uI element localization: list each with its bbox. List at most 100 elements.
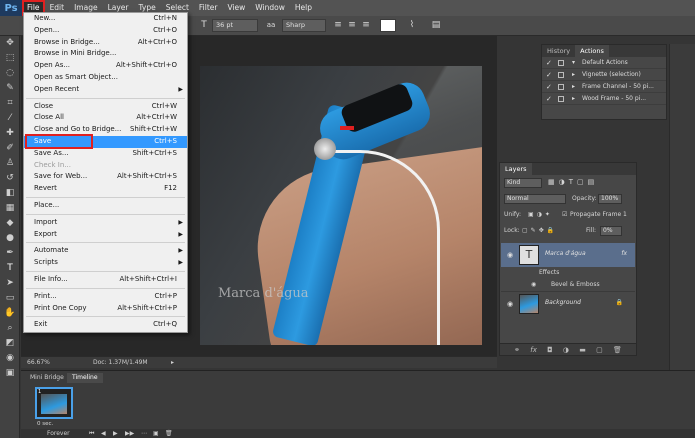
lasso-tool-icon[interactable]: ◌ [0, 66, 20, 81]
frame-delay[interactable]: 0 sec. [37, 421, 53, 427]
doc-size[interactable]: Doc: 1.37M/1.49M [93, 357, 148, 368]
prev-frame-icon[interactable]: ◀ [101, 429, 106, 438]
text-size-icon[interactable]: T [198, 19, 210, 32]
action-row[interactable]: ✓ ▸ Vignette (selection) [542, 69, 666, 81]
play-icon[interactable]: ▶ [113, 429, 118, 438]
watermark-text[interactable]: Marca d'água [218, 286, 309, 301]
tween-icon[interactable]: ⋯ [141, 429, 147, 438]
anti-alias-select[interactable]: Sharp [282, 19, 326, 32]
propagate-checkbox[interactable]: ☑ [562, 211, 567, 218]
timeline-frame[interactable]: 1 [35, 387, 73, 419]
pen-tool-icon[interactable]: ✒ [0, 246, 20, 261]
visibility-eye-icon[interactable]: ◉ [505, 299, 515, 309]
eyedropper-tool-icon[interactable]: ⁄ [0, 111, 20, 126]
menu-filter[interactable]: Filter [194, 0, 223, 16]
menu-item-open[interactable]: Open... Ctrl+O [24, 25, 187, 37]
menu-item-new[interactable]: New... Ctrl+N [24, 13, 187, 25]
action-set-row[interactable]: ✓ ▾ Default Actions [542, 57, 666, 69]
character-panel-icon[interactable]: ▤ [430, 19, 442, 32]
dialog-toggle-icon[interactable] [558, 84, 564, 90]
next-frame-icon[interactable]: ▶▶ [125, 429, 134, 438]
align-right-icon[interactable]: ≡ [360, 19, 372, 32]
delete-frame-icon[interactable]: 🗑 [165, 429, 173, 438]
color-swatches-icon[interactable]: ◩ [0, 336, 20, 351]
text-color-swatch[interactable] [380, 19, 396, 32]
align-left-icon[interactable]: ≡ [332, 19, 344, 32]
menu-item-automate[interactable]: Automate ▶ [24, 245, 187, 257]
shape-tool-icon[interactable]: ▭ [0, 291, 20, 306]
type-tool-icon[interactable]: T [0, 261, 20, 276]
layer-name[interactable]: Marca d'água [545, 250, 586, 257]
duplicate-frame-icon[interactable]: ▣ [153, 429, 159, 438]
collapse-icon[interactable]: ▸ [572, 93, 575, 105]
stamp-tool-icon[interactable]: ♙ [0, 156, 20, 171]
action-row[interactable]: ✓ ▸ Frame Channel - 50 pi... [542, 81, 666, 93]
layer-row-background[interactable]: ◉ Background 🔒 [501, 291, 635, 315]
warp-text-icon[interactable]: ⌇ [406, 19, 418, 32]
menu-item-export[interactable]: Export ▶ [24, 229, 187, 241]
status-arrow-icon[interactable]: ▸ [171, 357, 174, 368]
crop-tool-icon[interactable]: ⌗ [0, 96, 20, 111]
blend-mode-select[interactable]: Normal [504, 194, 566, 204]
document-image[interactable]: Marca d'água [200, 66, 482, 345]
menu-item-browse-mini-bridge[interactable]: Browse in Mini Bridge... [24, 48, 187, 60]
hand-tool-icon[interactable]: ✋ [0, 306, 20, 321]
tab-mini-bridge[interactable]: Mini Bridge [25, 373, 69, 383]
layer-name[interactable]: Background [545, 299, 581, 306]
menu-item-import[interactable]: Import ▶ [24, 217, 187, 229]
unify-icons[interactable]: ▣◑✦ [528, 211, 553, 218]
new-layer-icon[interactable]: ▢ [596, 346, 603, 354]
expand-icon[interactable]: ▾ [572, 57, 575, 69]
gradient-tool-icon[interactable]: ▦ [0, 201, 20, 216]
effects-row[interactable]: Effects [501, 267, 635, 279]
menu-window[interactable]: Window [250, 0, 290, 16]
menu-help[interactable]: Help [290, 0, 317, 16]
menu-item-print-one-copy[interactable]: Print One Copy Alt+Shift+Ctrl+P [24, 303, 187, 315]
menu-item-print[interactable]: Print... Ctrl+P [24, 291, 187, 303]
menu-item-save-as[interactable]: Save As... Shift+Ctrl+S [24, 148, 187, 160]
blur-tool-icon[interactable]: ◆ [0, 216, 20, 231]
tab-timeline[interactable]: Timeline [67, 373, 103, 383]
check-icon[interactable]: ✓ [546, 57, 552, 69]
fx-icon[interactable]: fx [621, 250, 627, 257]
align-center-icon[interactable]: ≡ [346, 19, 358, 32]
fill-field[interactable]: 0% [600, 226, 622, 236]
menu-view[interactable]: View [222, 0, 250, 16]
menu-item-scripts[interactable]: Scripts ▶ [24, 257, 187, 269]
zoom-tool-icon[interactable]: ⌕ [0, 321, 20, 336]
font-size-select[interactable]: 36 pt [212, 19, 258, 32]
menu-item-exit[interactable]: Exit Ctrl+Q [24, 319, 187, 331]
healing-tool-icon[interactable]: ✚ [0, 126, 20, 141]
menu-item-close[interactable]: Close Ctrl+W [24, 101, 187, 113]
tab-actions[interactable]: Actions [575, 45, 609, 57]
visibility-eye-icon[interactable]: ◉ [505, 250, 515, 260]
effect-bevel-row[interactable]: ◉ Bevel & Emboss [501, 279, 635, 291]
menu-item-close-all[interactable]: Close All Alt+Ctrl+W [24, 112, 187, 124]
kind-filter-select[interactable]: Kind [504, 178, 542, 188]
layer-row-text[interactable]: ◉ T Marca d'água fx [501, 243, 635, 267]
zoom-level[interactable]: 66.67% [27, 357, 50, 368]
quick-select-tool-icon[interactable]: ✎ [0, 81, 20, 96]
screen-mode-icon[interactable]: ▣ [0, 366, 20, 381]
add-mask-icon[interactable]: ◘ [547, 346, 553, 354]
menu-item-browse-bridge[interactable]: Browse in Bridge... Alt+Ctrl+O [24, 37, 187, 49]
filter-icons[interactable]: ▦◑T▢▤ [548, 178, 598, 186]
delete-layer-icon[interactable]: 🗑 [613, 346, 622, 354]
move-tool-icon[interactable]: ✥ [0, 36, 20, 51]
effect-visibility-eye-icon[interactable]: ◉ [531, 279, 536, 291]
menu-item-file-info[interactable]: File Info... Alt+Shift+Ctrl+I [24, 274, 187, 286]
marquee-tool-icon[interactable]: ⬚ [0, 51, 20, 66]
check-icon[interactable]: ✓ [546, 93, 552, 105]
loop-select[interactable]: Forever [47, 429, 70, 438]
tab-history[interactable]: History [542, 45, 575, 57]
quick-mask-icon[interactable]: ◉ [0, 351, 20, 366]
collapse-icon[interactable]: ▸ [572, 81, 575, 93]
menu-item-open-recent[interactable]: Open Recent ▶ [24, 84, 187, 96]
menu-item-save-for-web[interactable]: Save for Web... Alt+Shift+Ctrl+S [24, 171, 187, 183]
dialog-toggle-icon[interactable] [558, 60, 564, 66]
tab-layers[interactable]: Layers [500, 163, 532, 175]
brush-tool-icon[interactable]: ✐ [0, 141, 20, 156]
first-frame-icon[interactable]: ⏮ [89, 429, 94, 438]
collapse-icon[interactable]: ▸ [572, 69, 575, 81]
add-style-icon[interactable]: fx [530, 346, 537, 354]
